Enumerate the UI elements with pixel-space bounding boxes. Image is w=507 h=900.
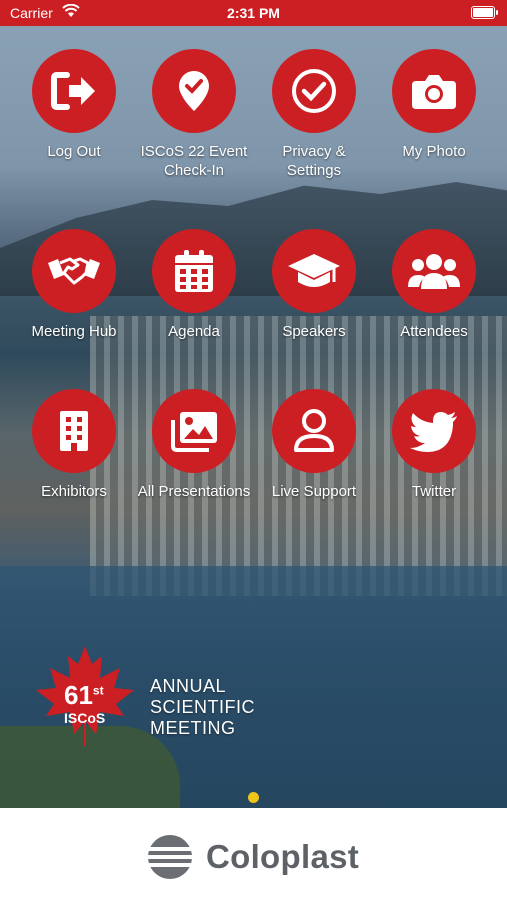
logout-icon[interactable] — [32, 49, 116, 133]
person-icon[interactable] — [272, 389, 356, 473]
sponsor-logo: Coloplast — [146, 833, 359, 881]
status-bar: Carrier 2:31 PM — [0, 0, 507, 26]
edition-number: 61st — [64, 680, 104, 710]
org-name: ISCoS — [64, 710, 106, 726]
wifi-icon — [62, 3, 80, 21]
tile-label: Attendees — [400, 323, 468, 340]
live-support-tile[interactable]: Live Support — [254, 389, 374, 501]
coloplast-logo-icon — [146, 835, 194, 879]
building-icon[interactable] — [32, 389, 116, 473]
attendees-tile[interactable]: Attendees — [374, 229, 494, 341]
people-icon[interactable] — [392, 229, 476, 313]
camera-icon[interactable] — [392, 49, 476, 133]
logout-tile[interactable]: Log Out — [14, 49, 134, 161]
meeting-hub-tile[interactable]: Meeting Hub — [14, 229, 134, 341]
check-circle-icon[interactable] — [272, 49, 356, 133]
handshake-icon[interactable] — [32, 229, 116, 313]
privacy-settings-tile[interactable]: Privacy & Settings — [254, 49, 374, 180]
tile-label: ISCoS 22 Event Check-In — [140, 143, 248, 179]
location-check-icon[interactable] — [152, 49, 236, 133]
meeting-title: ANNUAL SCIENTIFIC MEETING — [150, 676, 256, 738]
event-checkin-tile[interactable]: ISCoS 22 Event Check-In — [134, 49, 254, 180]
graduation-cap-icon[interactable] — [272, 229, 356, 313]
tile-label: Speakers — [282, 323, 346, 340]
all-presentations-tile[interactable]: All Presentations — [134, 389, 254, 501]
tile-label: Log Out — [47, 143, 101, 160]
exhibitors-tile[interactable]: Exhibitors — [14, 389, 134, 501]
battery-icon — [471, 6, 498, 19]
sponsor-footer: Coloplast — [0, 808, 507, 900]
speakers-tile[interactable]: Speakers — [254, 229, 374, 341]
tile-label: Exhibitors — [41, 483, 107, 500]
twitter-tile[interactable]: Twitter — [374, 389, 494, 501]
tile-label: All Presentations — [137, 483, 251, 500]
tile-label: Privacy & Settings — [282, 143, 346, 179]
page-indicator-dot[interactable] — [248, 792, 259, 803]
tile-label: Agenda — [168, 323, 220, 340]
carrier-label: Carrier — [10, 5, 53, 21]
my-photo-tile[interactable]: My Photo — [374, 49, 494, 161]
tile-label: Live Support — [271, 483, 357, 500]
tile-label: Twitter — [411, 483, 457, 500]
images-icon[interactable] — [152, 389, 236, 473]
sponsor-name: Coloplast — [206, 838, 360, 875]
agenda-tile[interactable]: Agenda — [134, 229, 254, 341]
calendar-icon[interactable] — [152, 229, 236, 313]
tile-label: Meeting Hub — [31, 323, 117, 340]
twitter-icon[interactable] — [392, 389, 476, 473]
tile-label: My Photo — [402, 143, 466, 160]
event-logo: 61st ISCoS ANNUAL SCIENTIFIC MEETING — [30, 646, 260, 766]
